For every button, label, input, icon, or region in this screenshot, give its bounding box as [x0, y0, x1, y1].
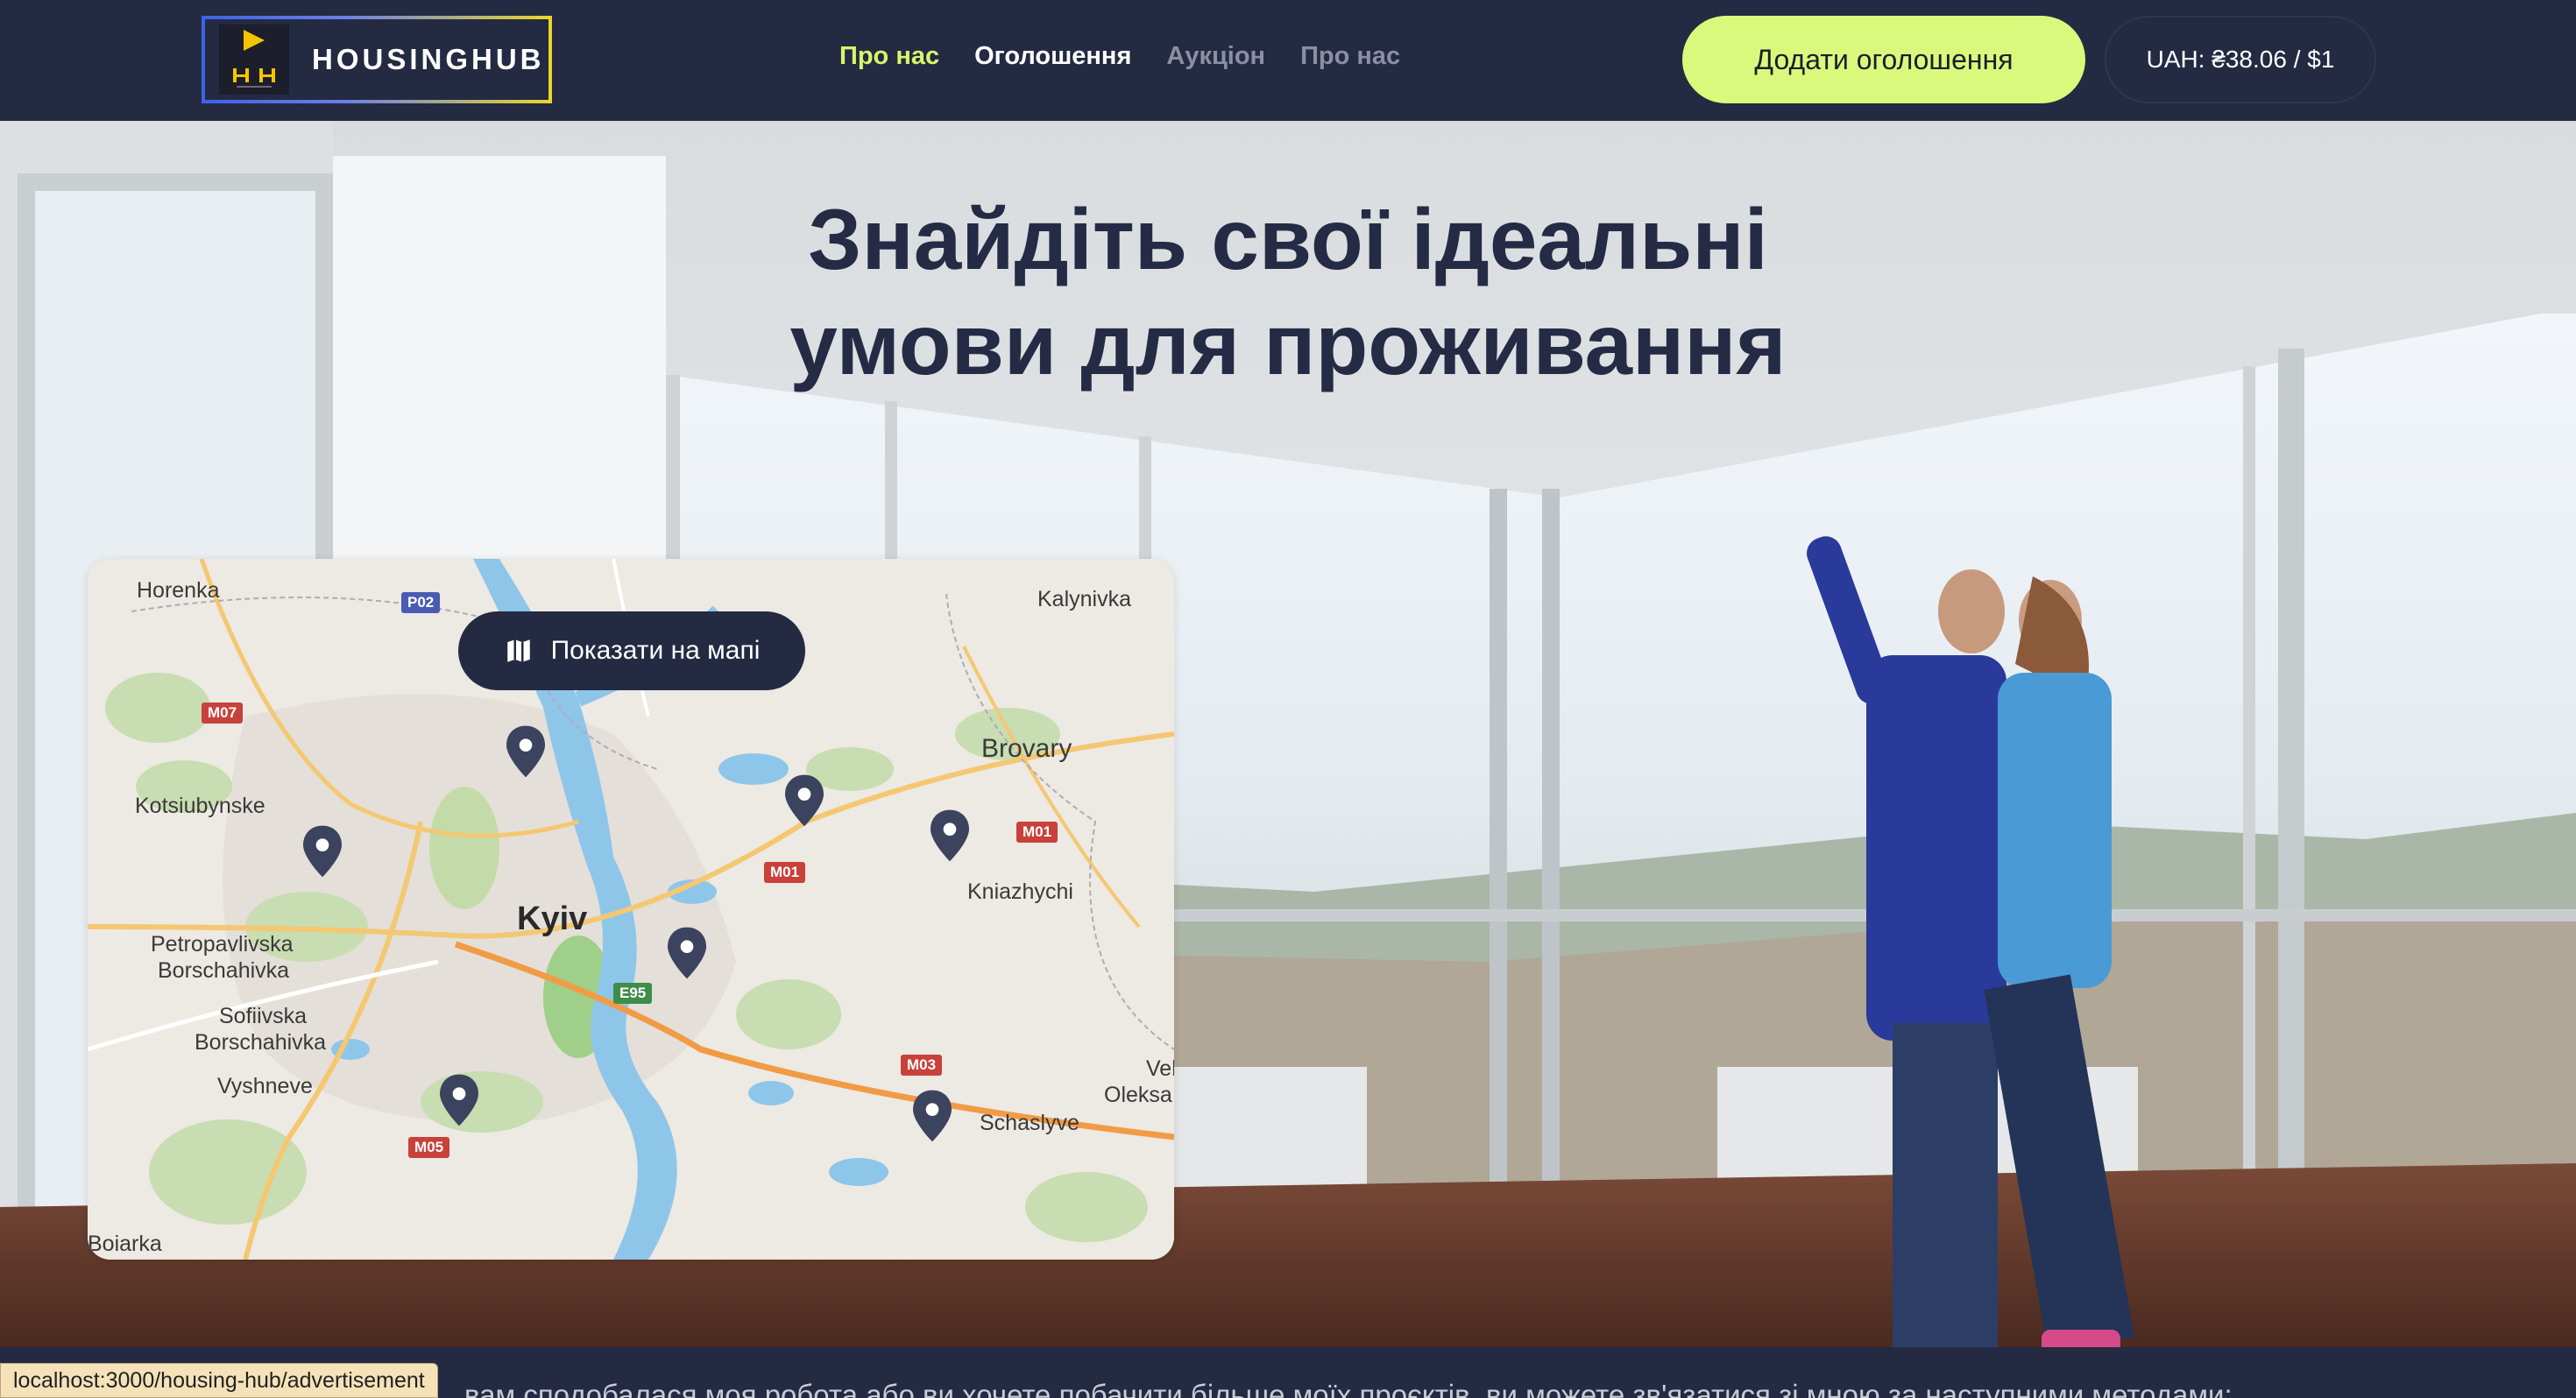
logo-text: HOUSINGHUB — [312, 43, 545, 75]
road-badge-e95: E95 — [613, 983, 653, 1004]
map-pin-icon[interactable] — [931, 809, 969, 862]
map-label-oleksa: Oleksa — [1104, 1083, 1172, 1107]
map-label-kotsiubynske: Kotsiubynske — [135, 794, 265, 818]
map-pin-icon[interactable] — [668, 927, 706, 979]
add-listing-button[interactable]: Додати оголошення — [1682, 16, 2085, 103]
hero-title-line-1: Знайдіть свої ідеальні — [808, 191, 1768, 287]
map-label-brovary: Brovary — [981, 734, 1072, 763]
nav-link-auction[interactable]: Аукціон — [1166, 42, 1265, 71]
contact-intro-text: вам сподобалася моя робота або ви хочете… — [464, 1379, 2233, 1398]
nav-link-about-2[interactable]: Про нас — [1300, 42, 1400, 71]
show-on-map-label: Показати на мапі — [550, 636, 761, 665]
map-pin-icon[interactable] — [440, 1074, 478, 1126]
map-label-horenka: Horenka — [137, 578, 220, 603]
map-preview[interactable]: Показати на мапі Horenka Kalynivka Brova… — [88, 559, 1174, 1260]
map-pin-icon[interactable] — [785, 774, 824, 827]
show-on-map-button[interactable]: Показати на мапі — [458, 611, 805, 690]
map-label-schaslyve: Schaslyve — [980, 1111, 1079, 1135]
map-pin-icon[interactable] — [913, 1090, 952, 1142]
map-label-petropavlivska-2: Borschahivka — [158, 958, 290, 983]
logo[interactable]: HOUSINGHUB — [202, 16, 552, 103]
currency-rate-badge: UAH: ₴38.06 / $1 — [2105, 16, 2376, 103]
map-pin-icon[interactable] — [506, 725, 545, 778]
map-label-kniazhychi: Kniazhychi — [967, 879, 1073, 904]
map-label-sofiivska-2: Borschahivka — [195, 1030, 327, 1055]
map-icon — [506, 639, 530, 662]
top-navbar: HOUSINGHUB Про нас Оголошення Аукціон Пр… — [0, 0, 2576, 121]
map-label-vel: Vel — [1146, 1056, 1174, 1081]
road-badge-m03: M03 — [901, 1055, 943, 1076]
road-badge-m01-east: M01 — [1016, 822, 1058, 843]
nav-link-listings[interactable]: Оголошення — [974, 42, 1131, 71]
map-label-boiarka: Boiarka — [88, 1232, 162, 1256]
hero-title-line-2: умови для проживання — [789, 296, 1787, 392]
map-label-kalynivka: Kalynivka — [1037, 587, 1131, 611]
map-label-sofiivska: Sofiivska — [219, 1004, 308, 1028]
road-badge-p02: P02 — [401, 592, 441, 613]
map-label-vyshneve: Vyshneve — [217, 1074, 313, 1098]
hero-section: Знайдіть свої ідеальні умови для прожива… — [0, 121, 2576, 1347]
road-badge-m05: M05 — [408, 1137, 450, 1158]
hero-title: Знайдіть свої ідеальні умови для прожива… — [0, 187, 2576, 397]
map-label-kyiv: Kyiv — [517, 900, 588, 937]
road-badge-m01: M01 — [764, 862, 806, 883]
logo-mark-icon — [219, 25, 289, 95]
road-badge-m07: M07 — [202, 703, 244, 724]
status-bar-url: localhost:3000/housing-hub/advertisement — [0, 1363, 438, 1398]
nav-link-about[interactable]: Про нас — [839, 42, 939, 71]
nav-links: Про нас Оголошення Аукціон Про нас — [839, 42, 1400, 71]
map-label-petropavlivska: Petropavlivska — [151, 932, 294, 957]
map-pin-icon[interactable] — [303, 825, 342, 878]
